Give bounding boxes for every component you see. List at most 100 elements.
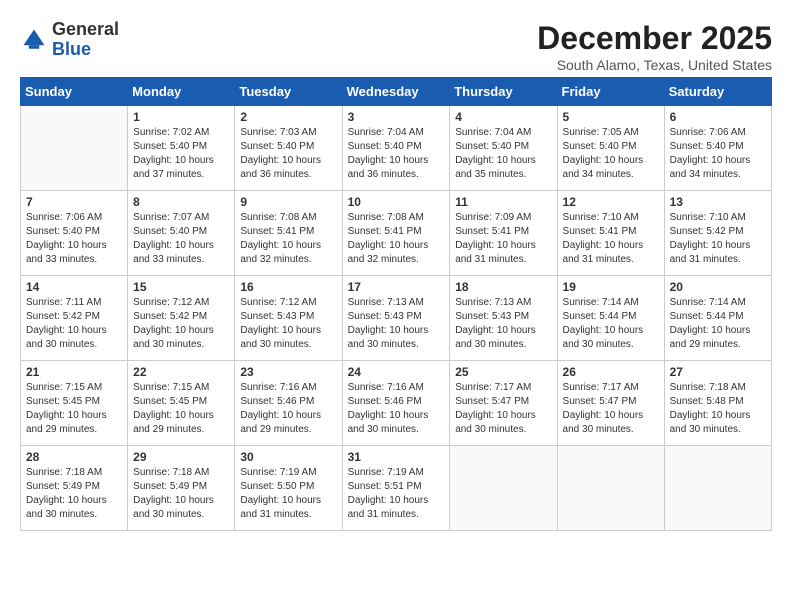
- day-number: 11: [455, 195, 551, 209]
- day-info: Sunrise: 7:02 AM Sunset: 5:40 PM Dayligh…: [133, 126, 229, 182]
- calendar-cell: 2Sunrise: 7:03 AM Sunset: 5:40 PM Daylig…: [235, 106, 342, 191]
- day-info: Sunrise: 7:06 AM Sunset: 5:40 PM Dayligh…: [670, 126, 766, 182]
- day-info: Sunrise: 7:13 AM Sunset: 5:43 PM Dayligh…: [348, 296, 445, 352]
- logo-area: General Blue: [20, 20, 119, 60]
- day-info: Sunrise: 7:04 AM Sunset: 5:40 PM Dayligh…: [455, 126, 551, 182]
- day-info: Sunrise: 7:08 AM Sunset: 5:41 PM Dayligh…: [348, 211, 445, 267]
- calendar-header-friday: Friday: [557, 78, 664, 106]
- logo-text: General Blue: [52, 20, 119, 60]
- day-info: Sunrise: 7:18 AM Sunset: 5:48 PM Dayligh…: [670, 381, 766, 437]
- calendar-cell: 5 Sunrise: 7:05 AM Sunset: 5:40 PM Daylig…: [557, 106, 664, 191]
- day-info: Sunrise: 7:19 AM Sunset: 5:51 PM Dayligh…: [348, 466, 445, 522]
- week-row-1: 7 Sunrise: 7:06 AM Sunset: 5:40 PM Daylig…: [21, 191, 772, 276]
- calendar-cell: 15 Sunrise: 7:12 AM Sunset: 5:42 PM Dayli…: [128, 276, 235, 361]
- calendar-cell: 30Sunrise: 7:19 AM Sunset: 5:50 PM Dayli…: [235, 446, 342, 531]
- day-number: 16: [240, 280, 336, 294]
- calendar-cell: 11 Sunrise: 7:09 AM Sunset: 5:41 PM Dayli…: [450, 191, 557, 276]
- calendar-cell: 25Sunrise: 7:17 AM Sunset: 5:47 PM Dayli…: [450, 361, 557, 446]
- day-number: 29: [133, 450, 229, 464]
- logo-general: General: [52, 19, 119, 39]
- day-number: 1: [133, 110, 229, 124]
- week-row-4: 28 Sunrise: 7:18 AM Sunset: 5:49 PM Dayli…: [21, 446, 772, 531]
- day-number: 4: [455, 110, 551, 124]
- calendar-cell: 8 Sunrise: 7:07 AM Sunset: 5:40 PM Daylig…: [128, 191, 235, 276]
- day-info: Sunrise: 7:09 AM Sunset: 5:41 PM Dayligh…: [455, 211, 551, 267]
- calendar-cell: 22Sunrise: 7:15 AM Sunset: 5:45 PM Dayli…: [128, 361, 235, 446]
- calendar-cell: 9 Sunrise: 7:08 AM Sunset: 5:41 PM Daylig…: [235, 191, 342, 276]
- calendar-cell: 13Sunrise: 7:10 AM Sunset: 5:42 PM Dayli…: [664, 191, 771, 276]
- calendar-cell: 3 Sunrise: 7:04 AM Sunset: 5:40 PM Daylig…: [342, 106, 450, 191]
- calendar-cell: 12Sunrise: 7:10 AM Sunset: 5:41 PM Dayli…: [557, 191, 664, 276]
- calendar-cell: 21Sunrise: 7:15 AM Sunset: 5:45 PM Dayli…: [21, 361, 128, 446]
- calendar-cell: 4 Sunrise: 7:04 AM Sunset: 5:40 PM Daylig…: [450, 106, 557, 191]
- day-number: 28: [26, 450, 122, 464]
- calendar-cell: [450, 446, 557, 531]
- day-number: 26: [563, 365, 659, 379]
- day-info: Sunrise: 7:06 AM Sunset: 5:40 PM Dayligh…: [26, 211, 122, 267]
- day-number: 3: [348, 110, 445, 124]
- day-info: Sunrise: 7:16 AM Sunset: 5:46 PM Dayligh…: [348, 381, 445, 437]
- calendar-cell: 18Sunrise: 7:13 AM Sunset: 5:43 PM Dayli…: [450, 276, 557, 361]
- day-number: 17: [348, 280, 445, 294]
- calendar-title: December 2025: [537, 20, 772, 57]
- day-info: Sunrise: 7:05 AM Sunset: 5:40 PM Dayligh…: [563, 126, 659, 182]
- day-number: 10: [348, 195, 445, 209]
- title-area: December 2025 South Alamo, Texas, United…: [537, 20, 772, 73]
- calendar-cell: 31Sunrise: 7:19 AM Sunset: 5:51 PM Dayli…: [342, 446, 450, 531]
- day-info: Sunrise: 7:17 AM Sunset: 5:47 PM Dayligh…: [455, 381, 551, 437]
- day-number: 21: [26, 365, 122, 379]
- calendar-cell: [664, 446, 771, 531]
- day-number: 24: [348, 365, 445, 379]
- week-row-0: 1 Sunrise: 7:02 AM Sunset: 5:40 PM Daylig…: [21, 106, 772, 191]
- header: General Blue December 2025 South Alamo, …: [20, 20, 772, 73]
- calendar-cell: 1 Sunrise: 7:02 AM Sunset: 5:40 PM Daylig…: [128, 106, 235, 191]
- day-number: 8: [133, 195, 229, 209]
- calendar-header-tuesday: Tuesday: [235, 78, 342, 106]
- day-info: Sunrise: 7:18 AM Sunset: 5:49 PM Dayligh…: [26, 466, 122, 522]
- calendar-cell: 28 Sunrise: 7:18 AM Sunset: 5:49 PM Dayli…: [21, 446, 128, 531]
- day-number: 9: [240, 195, 336, 209]
- day-info: Sunrise: 7:08 AM Sunset: 5:41 PM Dayligh…: [240, 211, 336, 267]
- calendar-cell: 6 Sunrise: 7:06 AM Sunset: 5:40 PM Daylig…: [664, 106, 771, 191]
- day-number: 12: [563, 195, 659, 209]
- week-row-3: 21Sunrise: 7:15 AM Sunset: 5:45 PM Dayli…: [21, 361, 772, 446]
- day-number: 5: [563, 110, 659, 124]
- calendar-header-sunday: Sunday: [21, 78, 128, 106]
- day-info: Sunrise: 7:03 AM Sunset: 5:40 PM Dayligh…: [240, 126, 336, 182]
- calendar-header-saturday: Saturday: [664, 78, 771, 106]
- day-info: Sunrise: 7:17 AM Sunset: 5:47 PM Dayligh…: [563, 381, 659, 437]
- calendar-cell: 17 Sunrise: 7:13 AM Sunset: 5:43 PM Dayli…: [342, 276, 450, 361]
- calendar-cell: 16Sunrise: 7:12 AM Sunset: 5:43 PM Dayli…: [235, 276, 342, 361]
- calendar-header-row: SundayMondayTuesdayWednesdayThursdayFrid…: [21, 78, 772, 106]
- calendar-cell: 27 Sunrise: 7:18 AM Sunset: 5:48 PM Dayli…: [664, 361, 771, 446]
- calendar-cell: 23 Sunrise: 7:16 AM Sunset: 5:46 PM Dayli…: [235, 361, 342, 446]
- calendar-cell: 14Sunrise: 7:11 AM Sunset: 5:42 PM Dayli…: [21, 276, 128, 361]
- day-number: 22: [133, 365, 229, 379]
- week-row-2: 14Sunrise: 7:11 AM Sunset: 5:42 PM Dayli…: [21, 276, 772, 361]
- day-number: 27: [670, 365, 766, 379]
- day-info: Sunrise: 7:18 AM Sunset: 5:49 PM Dayligh…: [133, 466, 229, 522]
- day-info: Sunrise: 7:19 AM Sunset: 5:50 PM Dayligh…: [240, 466, 336, 522]
- day-number: 6: [670, 110, 766, 124]
- calendar-cell: 7 Sunrise: 7:06 AM Sunset: 5:40 PM Daylig…: [21, 191, 128, 276]
- calendar-cell: [557, 446, 664, 531]
- day-info: Sunrise: 7:04 AM Sunset: 5:40 PM Dayligh…: [348, 126, 445, 182]
- day-info: Sunrise: 7:11 AM Sunset: 5:42 PM Dayligh…: [26, 296, 122, 352]
- calendar-cell: 19Sunrise: 7:14 AM Sunset: 5:44 PM Dayli…: [557, 276, 664, 361]
- calendar-cell: 20Sunrise: 7:14 AM Sunset: 5:44 PM Dayli…: [664, 276, 771, 361]
- day-number: 13: [670, 195, 766, 209]
- day-number: 20: [670, 280, 766, 294]
- day-info: Sunrise: 7:12 AM Sunset: 5:42 PM Dayligh…: [133, 296, 229, 352]
- day-number: 15: [133, 280, 229, 294]
- day-number: 7: [26, 195, 122, 209]
- calendar-header-thursday: Thursday: [450, 78, 557, 106]
- logo-blue: Blue: [52, 39, 91, 59]
- page-container: General Blue December 2025 South Alamo, …: [20, 20, 772, 531]
- logo-icon: [20, 26, 48, 54]
- calendar-subtitle: South Alamo, Texas, United States: [537, 57, 772, 73]
- calendar-cell: [21, 106, 128, 191]
- day-info: Sunrise: 7:16 AM Sunset: 5:46 PM Dayligh…: [240, 381, 336, 437]
- calendar-header-monday: Monday: [128, 78, 235, 106]
- day-info: Sunrise: 7:07 AM Sunset: 5:40 PM Dayligh…: [133, 211, 229, 267]
- day-number: 23: [240, 365, 336, 379]
